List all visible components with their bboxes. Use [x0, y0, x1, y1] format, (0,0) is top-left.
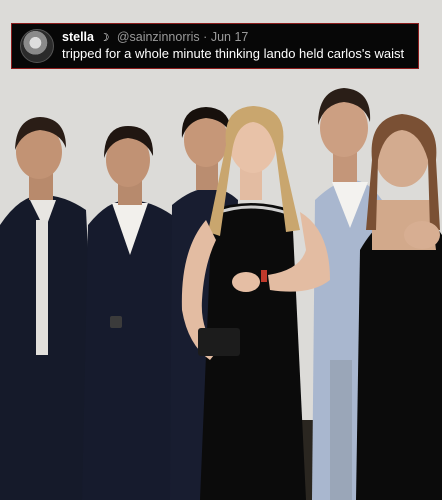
timestamp[interactable]: Jun 17	[211, 30, 249, 44]
handle[interactable]: @sainzinnorris	[117, 30, 200, 44]
tweet-card[interactable]: stella ☽ @sainzinnorris · Jun 17 tripped…	[11, 23, 419, 69]
avatar[interactable]	[20, 29, 54, 63]
tweet-body: stella ☽ @sainzinnorris · Jun 17 tripped…	[62, 30, 404, 62]
display-name[interactable]: stella	[62, 30, 94, 44]
separator: ·	[203, 30, 208, 45]
tweet-header: stella ☽ @sainzinnorris · Jun 17	[62, 30, 404, 45]
group-photo	[0, 0, 442, 500]
tweet-text: tripped for a whole minute thinking land…	[62, 46, 405, 62]
crescent-moon-icon: ☽	[99, 32, 110, 45]
